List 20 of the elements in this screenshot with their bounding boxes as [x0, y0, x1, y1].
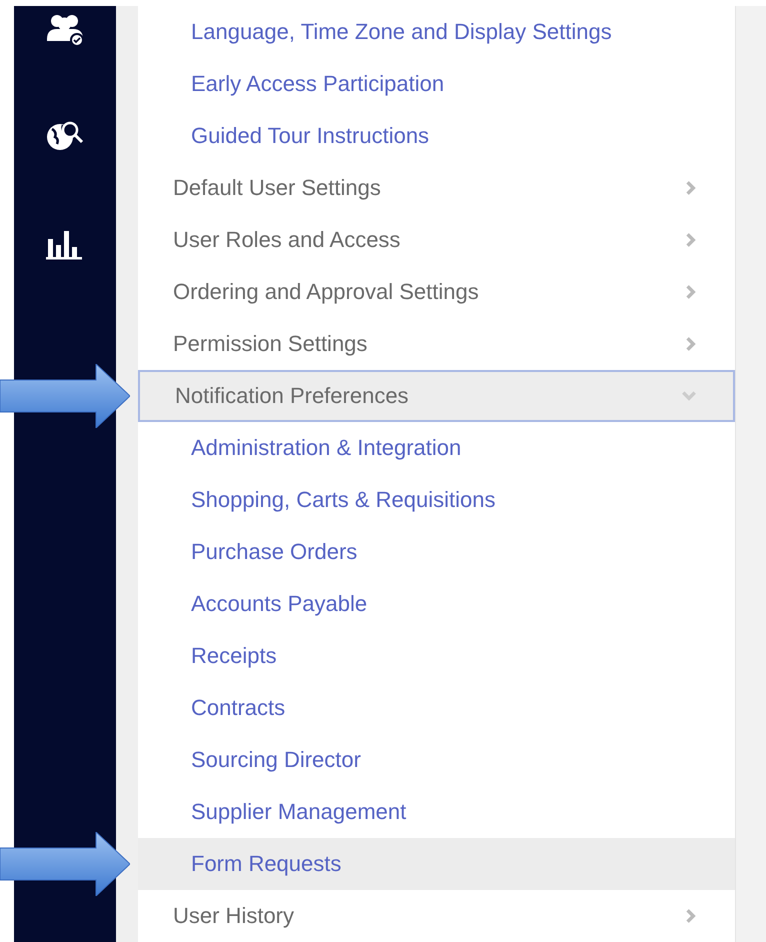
submenu-link[interactable]: Accounts Payable	[138, 578, 735, 630]
submenu-link[interactable]: Guided Tour Instructions	[138, 110, 735, 162]
menu-section[interactable]: Default User Settings	[138, 162, 735, 214]
menu-section[interactable]: User History	[138, 890, 735, 942]
submenu-link[interactable]: Purchase Orders	[138, 526, 735, 578]
menu-section[interactable]: Ordering and Approval Settings	[138, 266, 735, 318]
submenu-link[interactable]: Shopping, Carts & Requisitions	[138, 474, 735, 526]
menu-section[interactable]: User Roles and Access	[138, 214, 735, 266]
menu-section[interactable]: Permission Settings	[138, 318, 735, 370]
globe-search-icon[interactable]	[45, 119, 85, 153]
submenu-link[interactable]: Language, Time Zone and Display Settings	[138, 6, 735, 58]
submenu-link[interactable]: Contracts	[138, 682, 735, 734]
users-check-icon[interactable]	[45, 13, 85, 47]
submenu-link[interactable]: Receipts	[138, 630, 735, 682]
submenu-link[interactable]: Administration & Integration	[138, 422, 735, 474]
submenu-link[interactable]: Sourcing Director	[138, 734, 735, 786]
submenu-link[interactable]: Early Access Participation	[138, 58, 735, 110]
menu-section[interactable]: Notification Preferences	[138, 370, 735, 422]
submenu-link[interactable]: Supplier Management	[138, 786, 735, 838]
submenu-link[interactable]: Form Requests	[138, 838, 735, 890]
